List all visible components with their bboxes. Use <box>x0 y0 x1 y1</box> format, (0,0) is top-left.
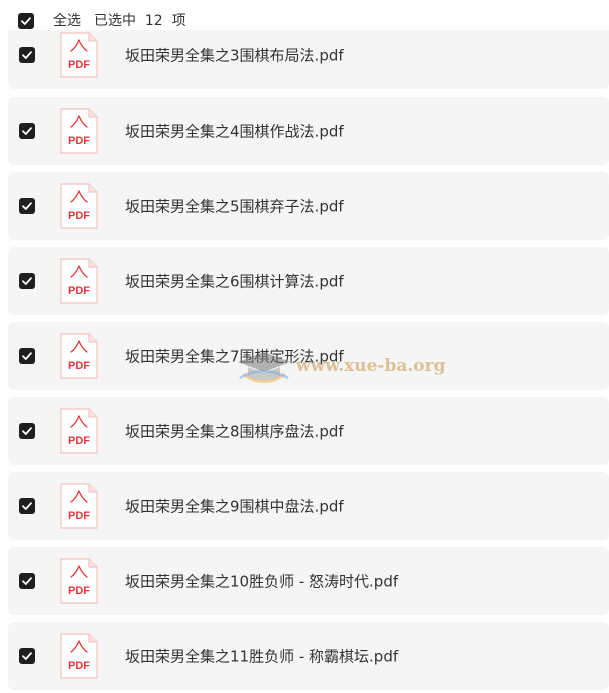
file-name[interactable]: 坂田荣男全集之10胜负师 - 怒涛时代.pdf <box>125 571 398 592</box>
file-checkbox[interactable] <box>19 423 35 439</box>
pdf-file-icon: PDF <box>60 558 98 604</box>
file-name[interactable]: 坂田荣男全集之8围棋序盘法.pdf <box>125 421 344 442</box>
checkmark-icon <box>22 652 32 660</box>
file-row[interactable]: PDF 坂田荣男全集之6围棋计算法.pdf <box>8 247 609 315</box>
pdf-badge-label: PDF <box>68 585 90 597</box>
file-row[interactable]: PDF 坂田荣男全集之9围棋中盘法.pdf <box>8 472 609 540</box>
checkmark-icon <box>22 502 32 510</box>
file-checkbox[interactable] <box>19 198 35 214</box>
file-name[interactable]: 坂田荣男全集之5围棋弃子法.pdf <box>125 196 344 217</box>
file-row[interactable]: PDF 坂田荣男全集之10胜负师 - 怒涛时代.pdf <box>8 547 609 615</box>
pdf-badge-label: PDF <box>68 59 90 71</box>
checkmark-icon <box>22 127 32 135</box>
pdf-badge-label: PDF <box>68 435 90 447</box>
pdf-badge-label: PDF <box>68 210 90 222</box>
pdf-file-icon: PDF <box>60 633 98 679</box>
file-name[interactable]: 坂田荣男全集之4围棋作战法.pdf <box>125 121 344 142</box>
pdf-file-icon: PDF <box>60 183 98 229</box>
pdf-badge-label: PDF <box>68 510 90 522</box>
file-checkbox[interactable] <box>19 648 35 664</box>
pdf-badge-label: PDF <box>68 360 90 372</box>
select-all-checkbox-overlay[interactable] <box>18 13 34 29</box>
pdf-file-icon: PDF <box>60 408 98 454</box>
file-name[interactable]: 坂田荣男全集之7围棋定形法.pdf <box>125 346 344 367</box>
file-row[interactable]: PDF 坂田荣男全集之4围棋作战法.pdf <box>8 97 609 165</box>
pdf-file-icon: PDF <box>60 333 98 379</box>
selection-header-overlay: 全选 已选中 12 项 <box>0 0 609 42</box>
file-checkbox[interactable] <box>19 273 35 289</box>
pdf-badge-label: PDF <box>68 135 90 147</box>
checkmark-icon <box>22 577 32 585</box>
checkmark-icon <box>21 17 31 25</box>
select-all-label-overlay[interactable]: 全选 <box>53 13 81 29</box>
pdf-file-icon: PDF <box>60 108 98 154</box>
file-row[interactable]: PDF 坂田荣男全集之7围棋定形法.pdf <box>8 322 609 390</box>
file-name[interactable]: 坂田荣男全集之11胜负师 - 称霸棋坛.pdf <box>125 646 398 667</box>
checkmark-icon <box>22 51 32 59</box>
selected-count-status-overlay: 已选中 12 项 <box>94 13 186 29</box>
checkmark-icon <box>22 352 32 360</box>
pdf-badge-label: PDF <box>68 660 90 672</box>
checkmark-icon <box>22 202 32 210</box>
file-row[interactable]: PDF 坂田荣男全集之5围棋弃子法.pdf <box>8 172 609 240</box>
file-name[interactable]: 坂田荣男全集之9围棋中盘法.pdf <box>125 496 344 517</box>
file-checkbox[interactable] <box>19 348 35 364</box>
file-name[interactable]: 坂田荣男全集之3围棋布局法.pdf <box>125 45 344 66</box>
file-name[interactable]: 坂田荣男全集之6围棋计算法.pdf <box>125 271 344 292</box>
pdf-file-icon: PDF <box>60 483 98 529</box>
checkmark-icon <box>22 277 32 285</box>
pdf-badge-label: PDF <box>68 285 90 297</box>
file-row[interactable]: PDF 坂田荣男全集之11胜负师 - 称霸棋坛.pdf <box>8 622 609 690</box>
file-checkbox[interactable] <box>19 47 35 63</box>
file-row[interactable]: PDF 坂田荣男全集之8围棋序盘法.pdf <box>8 397 609 465</box>
file-checkbox[interactable] <box>19 123 35 139</box>
file-checkbox[interactable] <box>19 573 35 589</box>
file-checkbox[interactable] <box>19 498 35 514</box>
pdf-file-icon: PDF <box>60 258 98 304</box>
checkmark-icon <box>22 427 32 435</box>
